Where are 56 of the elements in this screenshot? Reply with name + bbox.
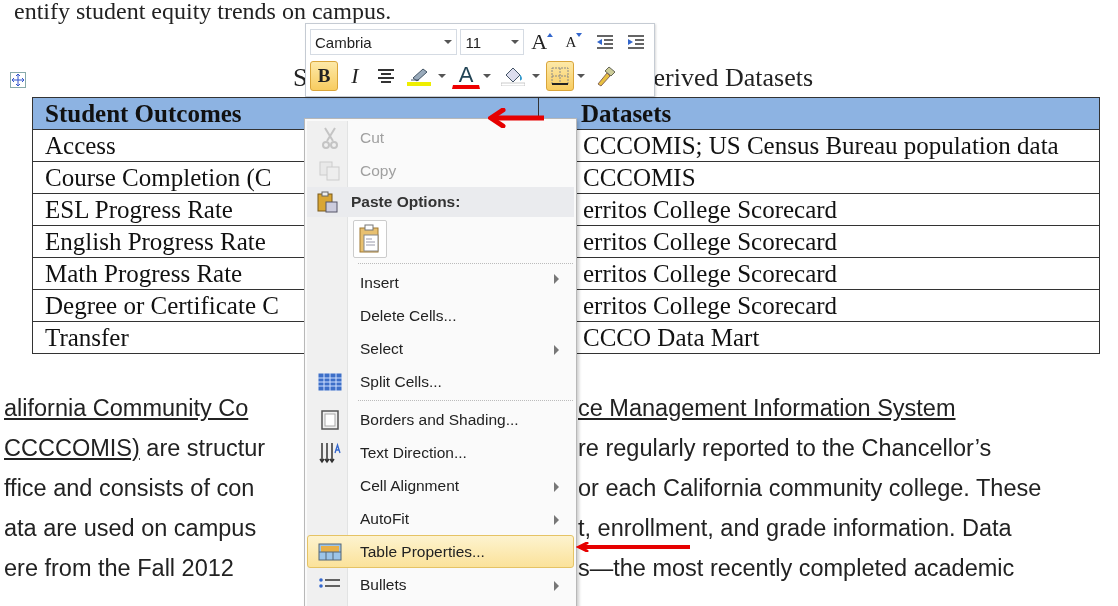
body-text: alifornia Community Co [3, 394, 250, 422]
column-header: Datasets [538, 97, 1100, 130]
dropdown-arrow-icon[interactable] [577, 74, 585, 78]
font-color-button[interactable]: A [452, 63, 480, 89]
dropdown-arrow-icon[interactable] [438, 74, 446, 78]
caret-up-icon [547, 33, 553, 37]
menu-item[interactable]: AutoFit [307, 502, 574, 535]
paste-keep-formatting-button[interactable] [353, 220, 387, 258]
font-name-dropdown[interactable]: Cambria [310, 29, 458, 55]
dropdown-arrow-icon[interactable] [532, 74, 540, 78]
clipboard-icon [358, 224, 382, 254]
menu-item[interactable]: Cell Alignment [307, 469, 574, 502]
body-text: re regularly reported to the Chancellor’s [578, 434, 992, 462]
body-text: ffice and consists of con [3, 474, 256, 502]
outdent-icon [596, 34, 614, 50]
shrink-font-button[interactable]: A [560, 27, 588, 57]
text-direction-icon [319, 440, 341, 465]
annotation-arrow [488, 108, 544, 128]
table-caption: erived Datasets [653, 63, 813, 93]
dropdown-arrow-icon[interactable] [483, 74, 491, 78]
submenu-arrow-icon [554, 515, 559, 525]
menu-item[interactable]: Split Cells... [307, 365, 574, 398]
menu-item[interactable]: Table Properties... [307, 535, 574, 568]
body-text: t, enrollment, and grade information. Data [578, 514, 1012, 542]
table-properties-icon [318, 541, 342, 562]
borders-icon [550, 66, 570, 86]
highlighter-icon [407, 66, 431, 86]
body-text: ata are used on campus [3, 514, 258, 542]
indent-icon [627, 34, 645, 50]
menu-item[interactable]: Borders and Shading... [307, 398, 574, 436]
menu-item[interactable]: Text Direction... [307, 436, 574, 469]
body-text: or each California community college. These [578, 474, 1042, 502]
copy-icon [319, 160, 341, 181]
font-size-dropdown[interactable]: 11 [460, 29, 525, 55]
body-text: ere from the Fall 2012 [3, 554, 235, 582]
menu-item[interactable]: Bullets [307, 568, 574, 601]
table-move-handle-icon[interactable] [10, 72, 26, 88]
menu-section-header: Paste Options: [307, 187, 574, 217]
paint-bucket-icon [501, 66, 525, 86]
submenu-arrow-icon [554, 274, 559, 284]
bold-button[interactable]: B [310, 61, 338, 91]
borders-button[interactable] [546, 61, 574, 91]
submenu-arrow-icon [554, 345, 559, 355]
italic-button[interactable]: I [341, 61, 369, 91]
clipboard-icon [316, 191, 338, 213]
body-text: entify student equity trends on campus. [14, 0, 393, 22]
grow-font-button[interactable]: A [527, 27, 557, 57]
page-icon [321, 409, 339, 430]
center-align-icon [377, 68, 395, 84]
submenu-arrow-icon [554, 482, 559, 492]
caret-down-icon [576, 33, 583, 37]
body-text: s—the most recently completed academic [578, 554, 1015, 582]
body-text: ce Management Information System [578, 394, 956, 422]
submenu-arrow-icon [554, 581, 559, 591]
body-text: CCCCOMIS) are structur [3, 434, 267, 462]
scissors-icon [321, 126, 339, 149]
